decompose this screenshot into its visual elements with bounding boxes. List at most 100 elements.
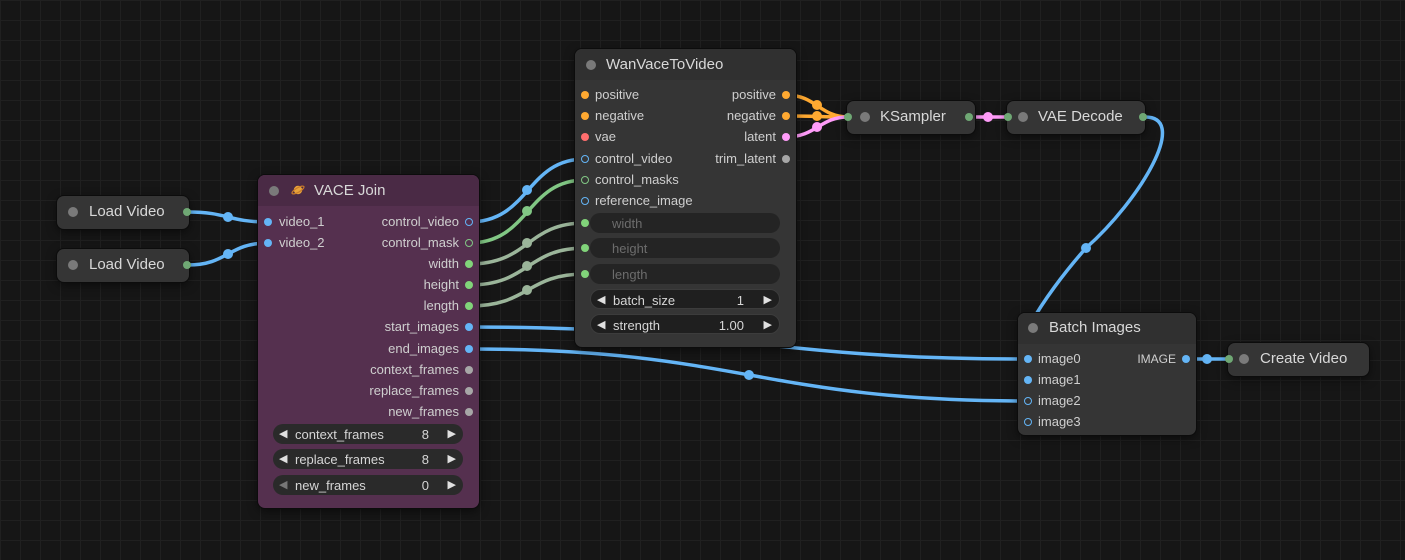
output-slot-dot[interactable] (465, 323, 473, 331)
context-frames-stepper[interactable]: ◀ context_frames 8 ▶ (273, 424, 463, 444)
output-slot-dot[interactable] (465, 281, 473, 289)
increment-arrow-icon[interactable]: ▶ (448, 478, 456, 491)
batch-images-node[interactable]: Batch Images image0 image1 image2 image3… (1018, 313, 1196, 435)
input-slot-dot[interactable] (1004, 113, 1012, 121)
widget-label: strength (613, 318, 660, 333)
node-title: Batch Images (1049, 319, 1141, 336)
input-label: vae (595, 129, 616, 144)
input-slot-dot[interactable] (844, 113, 852, 121)
output-label: height (423, 277, 459, 292)
node-title: Create Video (1260, 350, 1348, 367)
load-video-node-2[interactable]: Load Video (57, 249, 191, 282)
output-slot-dot[interactable] (782, 112, 790, 120)
decrement-arrow-icon[interactable]: ◀ (279, 452, 287, 465)
output-slot-dot[interactable] (465, 260, 473, 268)
collapse-dot-icon[interactable] (68, 260, 78, 270)
input-label: image1 (1038, 372, 1081, 387)
output-slot-dot[interactable] (965, 113, 973, 121)
input-slot-dot[interactable] (581, 176, 589, 184)
output-slot-dot[interactable] (465, 239, 473, 247)
output-slot-dot[interactable] (782, 91, 790, 99)
decrement-arrow-icon[interactable]: ◀ (597, 318, 605, 331)
output-label: start_images (384, 319, 459, 334)
ksampler-node[interactable]: KSampler (844, 101, 975, 134)
output-label: control_mask (381, 235, 459, 250)
collapse-dot-icon[interactable] (586, 60, 596, 70)
input-slot-dot[interactable] (1024, 397, 1032, 405)
wire-height (468, 246, 586, 287)
decrement-arrow-icon[interactable]: ◀ (597, 293, 605, 306)
wire-video-2 (187, 241, 269, 267)
input-slot-dot[interactable] (581, 112, 589, 120)
decrement-arrow-icon[interactable]: ◀ (279, 427, 287, 440)
collapse-dot-icon[interactable] (1018, 112, 1028, 122)
input-label: control_masks (595, 172, 679, 187)
length-widget-disabled: length (590, 264, 780, 284)
strength-stepper[interactable]: ◀ strength 1.00 ▶ (590, 314, 780, 334)
output-slot-dot[interactable] (1182, 355, 1190, 363)
wan-vace-to-video-node[interactable]: WanVaceToVideo positive negative vae con… (575, 49, 796, 347)
widget-label: replace_frames (295, 452, 385, 467)
widget-value[interactable]: 1 (737, 293, 744, 308)
input-slot-dot[interactable] (1225, 355, 1233, 363)
output-slot-dot[interactable] (465, 387, 473, 395)
input-slot-dot[interactable] (581, 244, 589, 252)
input-slot-dot[interactable] (264, 218, 272, 226)
vae-decode-node[interactable]: VAE Decode (1004, 101, 1147, 134)
load-video-node-1[interactable]: Load Video (57, 196, 191, 229)
output-slot-dot[interactable] (183, 261, 191, 269)
input-label-video-2: video_2 (279, 235, 325, 250)
collapse-dot-icon[interactable] (269, 186, 279, 196)
output-slot-dot[interactable] (782, 133, 790, 141)
output-label: new_frames (388, 404, 459, 419)
output-label: context_frames (370, 362, 459, 377)
wire-width (468, 221, 586, 266)
wire-length (468, 272, 586, 308)
collapse-dot-icon[interactable] (1028, 323, 1038, 333)
increment-arrow-icon[interactable]: ▶ (448, 427, 456, 440)
increment-arrow-icon[interactable]: ▶ (764, 318, 772, 331)
input-slot-dot[interactable] (581, 91, 589, 99)
widget-label: batch_size (613, 293, 676, 308)
collapse-dot-icon[interactable] (68, 207, 78, 217)
input-slot-dot[interactable] (1024, 376, 1032, 384)
output-slot-dot[interactable] (183, 208, 191, 216)
input-slot-dot[interactable] (264, 239, 272, 247)
wire-video-1 (187, 210, 269, 224)
wire-control-mask (468, 178, 586, 245)
create-video-node[interactable]: Create Video (1225, 343, 1369, 376)
planet-icon (291, 183, 305, 197)
output-label: positive (731, 87, 776, 102)
output-slot-dot[interactable] (782, 155, 790, 163)
output-label: latent (744, 129, 776, 144)
output-slot-dot[interactable] (465, 408, 473, 416)
input-slot-dot[interactable] (581, 270, 589, 278)
widget-value[interactable]: 8 (422, 452, 429, 467)
input-slot-dot[interactable] (581, 133, 589, 141)
input-slot-dot[interactable] (581, 197, 589, 205)
collapse-dot-icon[interactable] (860, 112, 870, 122)
decrement-arrow-icon[interactable]: ◀ (279, 478, 287, 491)
output-slot-dot[interactable] (465, 366, 473, 374)
output-slot-dot[interactable] (1139, 113, 1147, 121)
input-slot-dot[interactable] (1024, 355, 1032, 363)
output-slot-dot[interactable] (465, 302, 473, 310)
increment-arrow-icon[interactable]: ▶ (764, 293, 772, 306)
input-slot-dot[interactable] (581, 219, 589, 227)
input-slot-dot[interactable] (581, 155, 589, 163)
collapse-dot-icon[interactable] (1239, 354, 1249, 364)
batch-size-stepper[interactable]: ◀ batch_size 1 ▶ (590, 289, 780, 309)
increment-arrow-icon[interactable]: ▶ (448, 452, 456, 465)
node-title: Load Video (89, 256, 165, 273)
input-label: image2 (1038, 393, 1081, 408)
widget-value[interactable]: 8 (422, 427, 429, 442)
new-frames-stepper[interactable]: ◀ new_frames 0 ▶ (273, 475, 463, 495)
widget-value[interactable]: 0 (422, 478, 429, 493)
widget-value[interactable]: 1.00 (719, 318, 744, 333)
input-slot-dot[interactable] (1024, 418, 1032, 426)
output-slot-dot[interactable] (465, 345, 473, 353)
input-label: reference_image (595, 193, 693, 208)
vace-join-node[interactable]: VACE Join video_1 video_2 control_video … (258, 175, 479, 508)
output-slot-dot[interactable] (465, 218, 473, 226)
replace-frames-stepper[interactable]: ◀ replace_frames 8 ▶ (273, 449, 463, 469)
